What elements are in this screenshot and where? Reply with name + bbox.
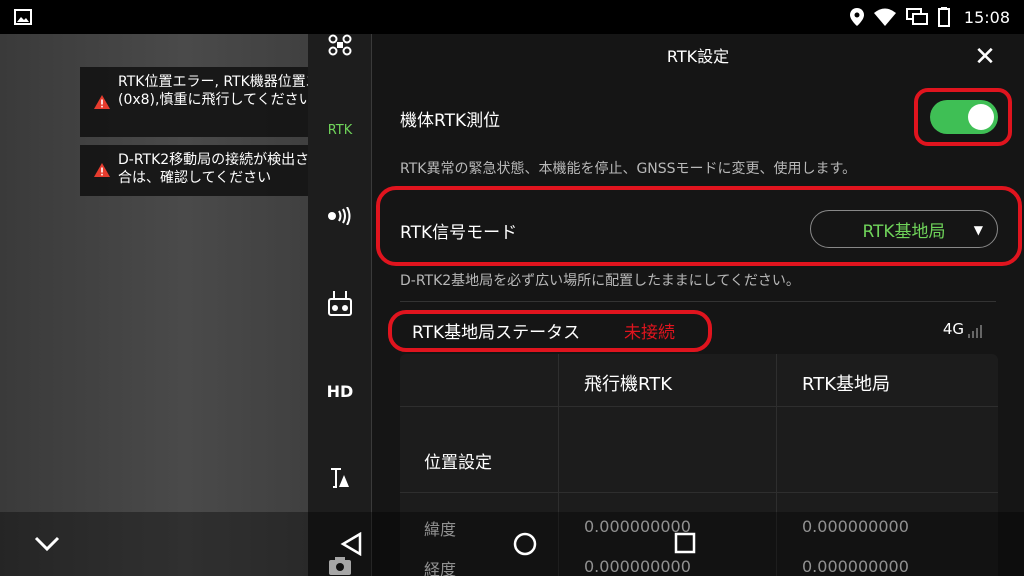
navigation-bar (0, 512, 1024, 576)
wifi-icon (873, 8, 896, 26)
aircraft-icon (328, 34, 352, 56)
table-header-aircraft-rtk: 飛行機RTK (584, 374, 672, 395)
rail-item-hd[interactable]: HD (308, 380, 372, 402)
aircraft-rtk-label: 機体RTK測位 (400, 111, 501, 131)
warning-icon (94, 95, 110, 109)
signal-icon (328, 207, 351, 225)
settings-rail: RTK HD (308, 34, 372, 576)
table-row-divider (400, 406, 998, 407)
table-row-divider (400, 492, 998, 493)
rail-item-aircraft[interactable] (308, 34, 372, 56)
rail-label-rtk: RTK (327, 122, 353, 138)
highlight-base-status (388, 310, 712, 352)
rail-item-signal[interactable] (308, 206, 372, 226)
recents-icon[interactable] (674, 532, 696, 554)
clock: 15:08 (963, 7, 1010, 27)
table-header-base-station: RTK基地局 (802, 374, 890, 395)
cast-icon (905, 8, 928, 25)
home-icon[interactable] (513, 532, 537, 556)
highlight-toggle (914, 88, 1012, 146)
divider (400, 301, 996, 302)
aircraft-rtk-note: RTK異常の緊急状態、本機能を停止、GNSSモードに変更、使用します。 (400, 161, 857, 177)
remote-controller-icon (328, 291, 352, 316)
close-button[interactable]: ✕ (970, 42, 1000, 72)
rail-item-rtk[interactable]: RTK (308, 120, 372, 140)
rail-item-gimbal[interactable] (308, 466, 372, 490)
back-icon[interactable] (340, 532, 362, 556)
panel-title: RTK設定 (666, 47, 730, 66)
highlight-signal-mode (376, 186, 1022, 266)
network-type: 4G (942, 320, 964, 338)
gallery-icon (14, 9, 32, 25)
table-row-label: 位置設定 (424, 453, 492, 473)
rail-label-hd: HD (326, 381, 354, 401)
collapse-icon[interactable] (34, 536, 60, 552)
signal-bars-icon (968, 324, 982, 338)
rail-item-remote-controller[interactable] (308, 290, 372, 318)
gimbal-icon (331, 468, 349, 488)
status-bar: 15:08 (0, 0, 1024, 34)
rtk-settings-panel: RTK設定 ✕ 機体RTK測位 RTK異常の緊急状態、本機能を停止、GNSSモー… (372, 34, 1024, 576)
network-signal: 4G (943, 320, 982, 338)
location-icon (849, 8, 864, 26)
signal-mode-note: D-RTK2基地局を必ず広い場所に配置したままにしてください。 (400, 273, 800, 289)
battery-icon (937, 7, 950, 27)
warning-icon (94, 163, 110, 177)
